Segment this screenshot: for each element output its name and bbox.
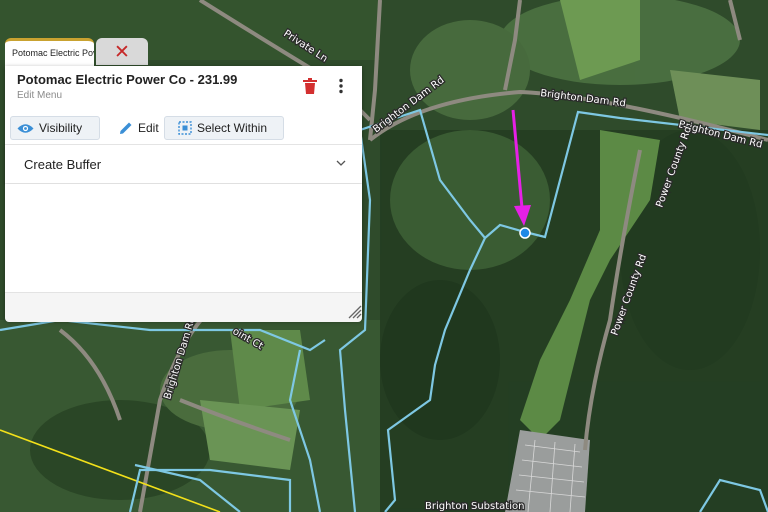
- more-vert-icon[interactable]: [338, 78, 344, 94]
- chevron-down-icon: [336, 160, 346, 166]
- tab-potomac-electric[interactable]: Potomac Electric Pov: [5, 38, 94, 66]
- resize-handle-icon[interactable]: [346, 303, 362, 319]
- visibility-button[interactable]: Visibility: [10, 116, 100, 140]
- pencil-icon: [120, 122, 132, 134]
- trash-icon[interactable]: [303, 78, 317, 94]
- visibility-label: Visibility: [39, 121, 83, 135]
- panel-subtitle: Edit Menu: [17, 90, 63, 101]
- selected-vertex-handle[interactable]: [519, 227, 531, 239]
- edit-label: Edit: [138, 121, 159, 135]
- panel-toolbar: Visibility Edit Select Within: [5, 106, 362, 145]
- select-area-icon: [178, 121, 192, 135]
- panel-body: [5, 184, 362, 292]
- close-tab-button[interactable]: ✕: [96, 38, 148, 65]
- eye-icon: [17, 123, 34, 133]
- create-buffer-accordion[interactable]: Create Buffer: [5, 145, 362, 183]
- panel-tabs: Potomac Electric Pov ✕: [5, 38, 148, 66]
- label-brighton-substation: Brighton Substation: [425, 501, 524, 512]
- edit-button[interactable]: Edit: [117, 116, 167, 140]
- feature-title: Potomac Electric Power Co - 231.99: [17, 72, 238, 87]
- select-within-label: Select Within: [197, 121, 268, 135]
- create-buffer-label: Create Buffer: [24, 157, 102, 172]
- select-within-button[interactable]: Select Within: [164, 116, 284, 140]
- panel-header: Potomac Electric Power Co - 231.99 Edit …: [5, 66, 362, 106]
- panel-footer: [5, 292, 362, 322]
